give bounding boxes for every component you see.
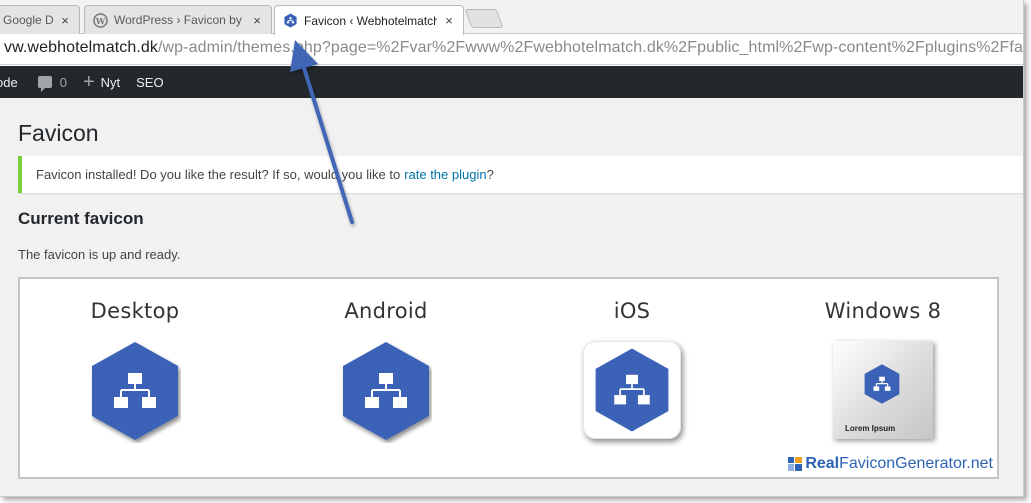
section-title: Current favicon [18, 209, 144, 228]
close-icon[interactable]: × [443, 13, 455, 28]
admin-bar-site-item[interactable]: ode [0, 75, 18, 90]
admin-bar-seo-label: SEO [136, 74, 164, 90]
admin-bar-seo[interactable]: SEO [136, 75, 163, 90]
preview-windows: Windows 8 Lorem Ipsum [768, 299, 998, 439]
preview-label-android: Android [344, 299, 428, 323]
android-favicon [340, 339, 432, 448]
real-favicon-logo-icon [788, 457, 803, 471]
url-path: /wp-admin/themes.php?page=%2Fvar%2Fwww%2… [157, 39, 1024, 56]
notice-text: Favicon installed! Do you like the resul… [36, 167, 401, 182]
close-icon[interactable]: × [251, 13, 263, 28]
wordpress-icon: W [93, 12, 108, 28]
comment-bubble-icon [37, 76, 52, 92]
preview-label-windows: Windows 8 [824, 299, 942, 323]
success-notice: Favicon installed! Do you like the resul… [18, 156, 1023, 193]
tab-wordpress[interactable]: W WordPress › Favicon by Re × [84, 5, 272, 34]
tab-title: Google Do [3, 13, 53, 27]
preview-ios: iOS [517, 299, 747, 439]
tab-title: WordPress › Favicon by Re [114, 13, 245, 27]
close-icon[interactable]: × [59, 13, 71, 28]
url-host: vw.webhotelmatch.dk [4, 39, 158, 56]
admin-bar-site-label: ode [0, 74, 18, 90]
sitemap-icon [343, 342, 429, 440]
tab-strip: Google Do × W WordPress › Favicon by Re … [0, 0, 1023, 35]
admin-bar-new[interactable]: + Nyt [83, 72, 120, 92]
status-text: The favicon is up and ready. [18, 247, 181, 262]
admin-bar-new-label: Nyt [100, 74, 121, 90]
address-bar[interactable]: vw.webhotelmatch.dk/wp-admin/themes.php?… [0, 34, 1023, 65]
admin-bar-comments[interactable]: 0 [37, 74, 67, 92]
favicon-hex-icon [284, 13, 297, 28]
plus-icon: + [82, 71, 95, 93]
rate-plugin-link[interactable]: rate the plugin [404, 167, 486, 182]
windows-tile-box: Lorem Ipsum [833, 341, 933, 439]
notice-end: ? [486, 167, 494, 182]
new-tab-button[interactable] [464, 9, 504, 28]
tab-favicon-active[interactable]: Favicon ‹ Webhotelmatch × [274, 5, 464, 35]
tab-google-docs[interactable]: Google Do × [0, 5, 80, 34]
realfavicongenerator-brand[interactable]: Real FaviconGenerator.net [788, 455, 993, 473]
url-text[interactable]: vw.webhotelmatch.dk/wp-admin/themes.php?… [4, 39, 1024, 57]
sitemap-icon [595, 348, 669, 432]
desktop-favicon [89, 339, 181, 448]
tile-label: Lorem Ipsum [845, 424, 896, 433]
windows-tile: Lorem Ipsum [833, 341, 933, 439]
brand-real: Real [805, 455, 840, 472]
browser-window: Google Do × W WordPress › Favicon by Re … [0, 0, 1024, 497]
sitemap-icon [92, 342, 178, 440]
main-content: Favicon Favicon installed! Do you like t… [0, 98, 1023, 496]
ios-icon-box [583, 341, 681, 439]
preview-label-desktop: Desktop [90, 299, 180, 323]
brand-rest: FaviconGenerator.net [839, 455, 993, 472]
favicon-preview-panel: Desktop Android iOS Windows 8 Lorem Ipsu… [18, 277, 999, 479]
sitemap-icon [864, 364, 900, 404]
preview-android: Android [271, 299, 501, 440]
comments-count: 0 [59, 74, 67, 90]
preview-desktop: Desktop [20, 299, 250, 440]
preview-label-ios: iOS [613, 299, 651, 323]
svg-text:W: W [95, 15, 106, 25]
tab-title: Favicon ‹ Webhotelmatch [304, 13, 437, 28]
ios-favicon [583, 341, 681, 439]
page-title: Favicon [18, 120, 99, 146]
wp-admin-bar: ode 0 + Nyt SEO [0, 66, 1023, 98]
